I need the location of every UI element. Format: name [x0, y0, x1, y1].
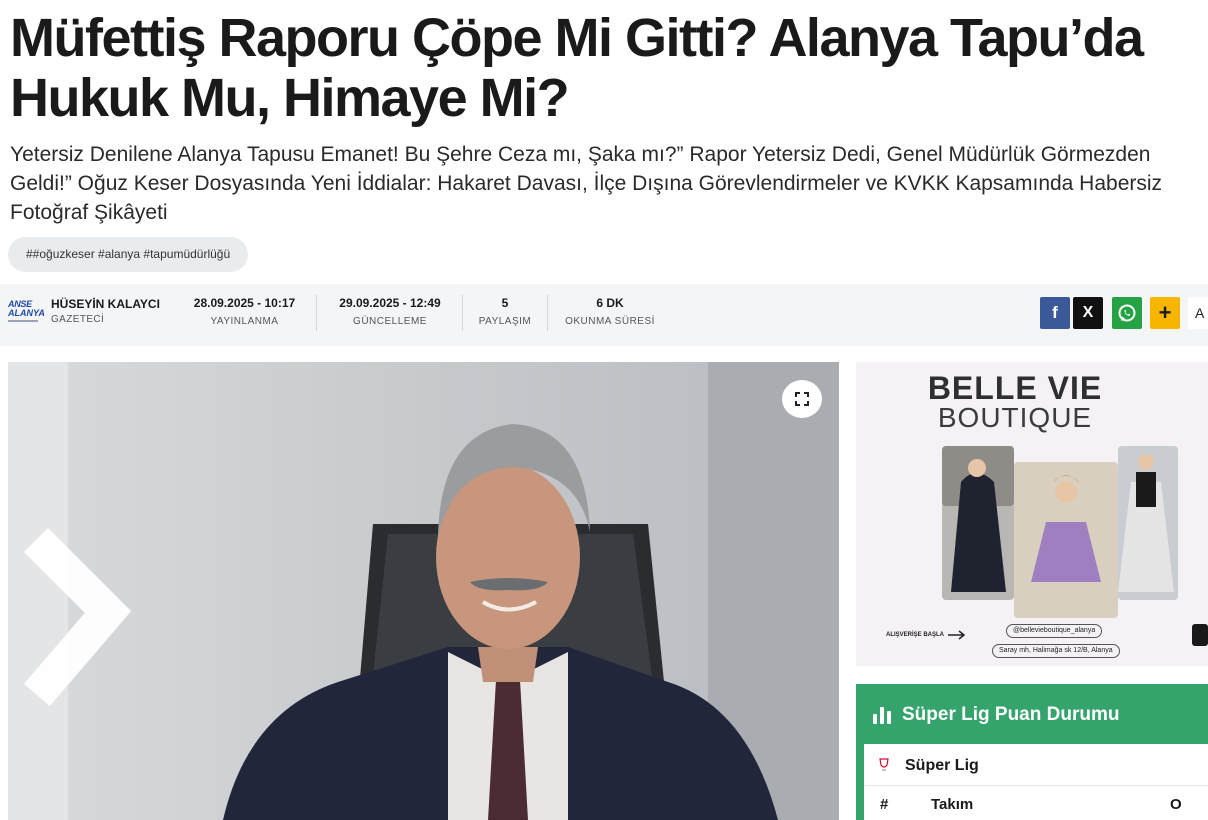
author-logo: ANSE ALANYA: [8, 299, 45, 329]
reading-time: 6 DK: [596, 296, 624, 310]
column-header-rank: #: [880, 796, 889, 813]
article-subheadline: Yetersiz Denilene Alanya Tapusu Emanet! …: [10, 143, 1163, 224]
ad-photo-collage: [942, 446, 1178, 618]
league-widget-title: Süper Lig Puan Durumu: [902, 704, 1120, 725]
ad-carousel-next-icon[interactable]: [1192, 624, 1208, 646]
published-date: 28.09.2025 - 10:17: [193, 296, 296, 310]
published-stat: 28.09.2025 - 10:17 YAYINLANMA: [188, 296, 301, 327]
column-header-team: Takım: [931, 796, 974, 813]
x-icon: X: [1082, 304, 1094, 321]
reading-time-label: OKUNMA SÜRESİ: [565, 316, 655, 327]
author-logo-text-bottom: ALANYA: [8, 308, 45, 318]
x-share-button[interactable]: X: [1073, 297, 1103, 329]
meta-divider: [547, 295, 548, 331]
ad-instagram-handle: @bellevieboutique_alanya: [1006, 624, 1103, 638]
font-size-button[interactable]: A: [1188, 297, 1208, 329]
ad-title-line2: BOUTIQUE: [937, 402, 1093, 433]
article-photo-illustration: [8, 362, 839, 820]
author-logo-underline: [8, 320, 38, 322]
updated-stat: 29.09.2025 - 12:49 GÜNCELLEME: [332, 296, 448, 327]
author-role: GAZETECİ: [51, 314, 105, 325]
share-count-label: PAYLAŞIM: [478, 316, 532, 327]
updated-label: GÜNCELLEME: [353, 316, 427, 327]
share-count: 5: [501, 296, 509, 310]
reading-time-stat: 6 DK OKUNMA SÜRESİ: [560, 296, 660, 327]
league-logo-icon: [879, 758, 889, 771]
updated-date: 29.09.2025 - 12:49: [339, 296, 441, 310]
article-headline: Müfettiş Raporu Çöpe Mi Gitti? Alanya Ta…: [10, 8, 1144, 128]
fullscreen-button[interactable]: [782, 380, 822, 418]
meta-divider: [462, 295, 463, 331]
meta-divider: [316, 295, 317, 331]
league-widget-header: Süper Lig Puan Durumu: [872, 704, 1119, 726]
facebook-share-button[interactable]: f: [1040, 297, 1070, 329]
plus-icon: +: [1158, 300, 1172, 325]
article-main-photo[interactable]: [8, 362, 839, 820]
whatsapp-share-button[interactable]: [1112, 297, 1142, 329]
standings-table: Süper Lig # Takım O: [864, 744, 1208, 820]
facebook-icon: f: [1052, 303, 1058, 322]
arrow-right-icon: [948, 630, 966, 640]
boutique-advertisement[interactable]: BELLE VIE BOUTIQUE ALIŞVERİŞE BAŞLA @bel…: [856, 362, 1208, 666]
bar-chart-icon: [873, 707, 891, 724]
expand-icon: [795, 392, 809, 406]
whatsapp-icon: [1118, 304, 1136, 322]
ad-address: Saray mh, Halimağa sk 12/B, Alanya: [992, 644, 1120, 658]
published-label: YAYINLANMA: [210, 316, 279, 327]
league-name: Süper Lig: [905, 757, 979, 774]
more-share-button[interactable]: +: [1150, 297, 1180, 329]
author-name[interactable]: HÜSEYİN KALAYCI: [51, 297, 160, 311]
league-selector[interactable]: Süper Lig: [864, 744, 1208, 786]
column-header-played: O: [1170, 796, 1182, 813]
ad-cta-label[interactable]: ALIŞVERİŞE BAŞLA: [886, 632, 944, 638]
shares-stat: 5 PAYLAŞIM: [474, 296, 536, 327]
article-meta-bar: ANSE ALANYA HÜSEYİN KALAYCI GAZETECİ 28.…: [0, 284, 1208, 346]
tag-list[interactable]: ##oğuzkeser #alanya #tapumüdürlüğü: [8, 237, 249, 272]
league-standings-widget: Süper Lig Puan Durumu Süper Lig # Takım …: [856, 684, 1208, 820]
